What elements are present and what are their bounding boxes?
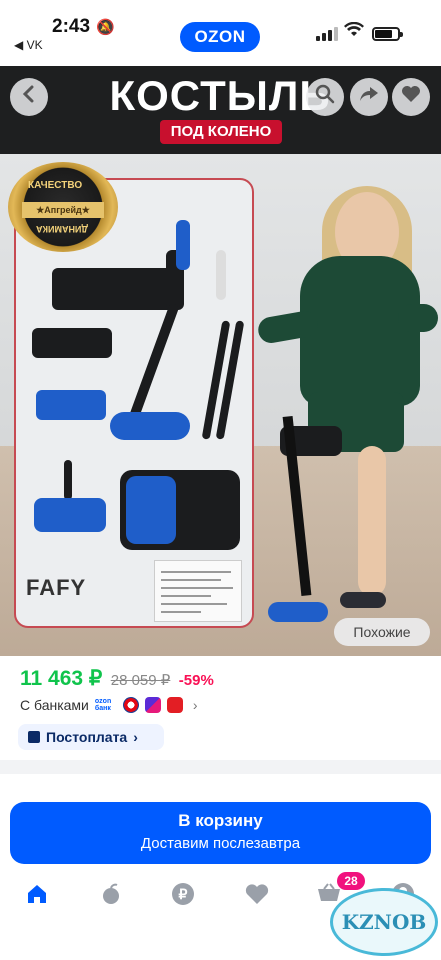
price-row: 11 463 ₽ 28 059 ₽ -59% [20, 666, 214, 694]
chevron-right-icon: › [133, 729, 138, 745]
share-button[interactable] [350, 78, 388, 116]
banner-subtitle: ПОД КОЛЕНО [160, 120, 282, 144]
handle-grip [176, 220, 190, 270]
bank-logo-icon [144, 697, 161, 713]
crutch-base [268, 602, 328, 622]
search-button[interactable] [306, 78, 344, 116]
bank-logo-icon [166, 697, 183, 713]
heart-icon [245, 883, 269, 911]
bank-logo-icon [122, 697, 139, 713]
tab-catalog[interactable] [94, 882, 128, 912]
crutch-foot [110, 412, 190, 440]
foot-base [34, 498, 106, 532]
cart-count-badge: 28 [337, 872, 365, 890]
wifi-icon [344, 21, 364, 43]
battery-icon [372, 27, 403, 41]
status-bar: 2:43 🔕 ◀ VK OZON [0, 0, 441, 66]
discount-badge: -59% [178, 672, 214, 689]
banks-label: С банками [20, 697, 89, 713]
svg-text:₽: ₽ [179, 886, 188, 902]
ozon-bank-logo: ozon банк [94, 698, 112, 712]
section-divider [0, 760, 441, 774]
add-to-cart-button[interactable]: В корзину Доставим послезавтра [10, 802, 431, 864]
knee-platform [52, 268, 182, 310]
signal-icon [316, 27, 338, 41]
tab-home[interactable] [20, 882, 54, 912]
postpay-chip[interactable]: Постоплата › [18, 724, 164, 750]
model-arm-right [398, 304, 438, 332]
badge-ribbon-text: ★Апгрейд★ [22, 202, 104, 218]
share-icon [359, 85, 379, 109]
model-shoe [340, 592, 386, 608]
ozon-logo-pill: OZON [180, 22, 260, 52]
chevron-right-icon: › [192, 697, 198, 713]
similar-button[interactable]: Похожие [334, 618, 430, 646]
banks-row[interactable]: С банками ozon банк › [20, 695, 198, 715]
home-icon [26, 883, 48, 911]
heart-icon [401, 85, 421, 109]
quality-badge: КАЧЕСТВО ★Апгрейд★ ДИНАМИКА [8, 162, 118, 252]
calendar-icon [28, 731, 40, 743]
knee-strap [36, 390, 106, 420]
add-to-cart-label: В корзину [178, 811, 263, 830]
watermark-logo: KZNOB [330, 888, 438, 956]
search-icon [315, 84, 335, 110]
model-leg [358, 446, 386, 596]
back-icon [22, 85, 36, 109]
product-image-gallery[interactable]: КОСТЫЛЬ ПОД КОЛЕНО FAFY КАЧЕСТВО ★Апгрей… [0, 66, 441, 656]
tab-favorites[interactable] [240, 882, 274, 912]
back-button[interactable] [10, 78, 48, 116]
tab-finance[interactable]: ₽ [166, 882, 200, 912]
strap-blue [126, 476, 176, 544]
badge-bottom-text: ДИНАМИКА [36, 224, 88, 234]
fruit-icon [100, 883, 122, 911]
badge-top-text: КАЧЕСТВО [28, 180, 83, 191]
delivery-label: Доставим послезавтра [140, 835, 301, 852]
knee-cup [32, 328, 112, 358]
model-hoodie [300, 256, 420, 406]
back-to-app-link[interactable]: ◀ VK [14, 38, 43, 52]
clock: 2:43 [52, 16, 91, 37]
ruble-icon: ₽ [171, 882, 195, 912]
current-price: 11 463 ₽ [20, 667, 103, 690]
favorite-button[interactable] [392, 78, 430, 116]
old-price: 28 059 ₽ [110, 672, 171, 689]
instruction-manual [154, 560, 242, 622]
mute-bell-icon: 🔕 [96, 19, 115, 36]
brand-logo: FAFY [26, 575, 87, 600]
back-app-label: VK [26, 38, 43, 52]
foot-stem [64, 460, 72, 500]
wrench [216, 250, 226, 300]
postpay-label: Постоплата [46, 729, 128, 745]
